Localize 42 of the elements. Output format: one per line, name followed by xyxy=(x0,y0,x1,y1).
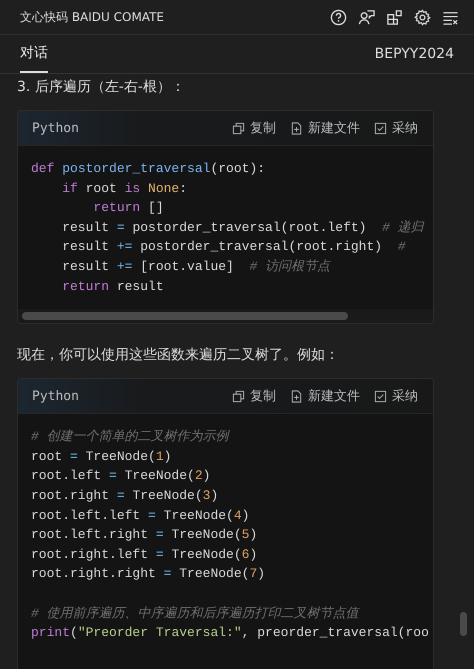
code-line: result = postorder_traversal(root.left) # 递归 xyxy=(61,218,424,237)
code-action-button[interactable]: 新建文件 xyxy=(290,387,360,406)
code-line: # 使用前序遍历、中序遍历和后序遍历打印二叉树节点值 xyxy=(31,604,359,622)
language-label: Python xyxy=(32,120,79,136)
code-line: def postorder_traversal(root): xyxy=(31,160,266,178)
message-text: 现在，你可以使用这些函数来遍历二叉树了。例如： xyxy=(17,346,340,364)
code-line: if root is None: xyxy=(61,180,188,198)
checkbox-icon xyxy=(374,390,387,403)
code-action-button[interactable]: 复制 xyxy=(232,119,276,137)
code-action-button[interactable]: 采纳 xyxy=(374,387,418,406)
code-line: result += [root.value] # 访问根节点 xyxy=(61,258,330,276)
code-line: return result xyxy=(61,278,164,296)
code-line: root.right = TreeNode(3) xyxy=(31,486,218,505)
vertical-scrollbar[interactable] xyxy=(460,612,467,636)
file-plus-icon xyxy=(290,122,303,134)
message-text: 3. 后序遍历（左-右-根）： xyxy=(17,78,186,96)
code-line: root.right.left = TreeNode(6) xyxy=(31,546,258,564)
help-icon[interactable] xyxy=(330,8,347,26)
code-line: root.left.right = TreeNode(5) xyxy=(31,526,258,544)
file-plus-icon xyxy=(290,390,303,403)
grid-add-icon[interactable] xyxy=(386,8,403,26)
checkbox-icon xyxy=(374,122,387,134)
code-line: print("Preorder Traversal:", preorder_traversal(roo xyxy=(31,624,429,642)
chat-tab[interactable]: 对话 xyxy=(20,35,48,73)
code-action-button[interactable]: 采纳 xyxy=(374,119,418,137)
code-line: root.left = TreeNode(2) xyxy=(31,467,210,486)
code-line: root.right.right = TreeNode(7) xyxy=(31,565,266,584)
panel-title: 文心快码 BAIDU COMATE xyxy=(20,8,164,26)
code-line: result += postorder_traversal(root.right) # xyxy=(61,238,406,256)
code-line: root = TreeNode(1) xyxy=(31,448,172,466)
user-name: BEPYY2024 xyxy=(374,46,454,62)
code-line: return [] xyxy=(92,199,164,218)
user-chat-icon[interactable] xyxy=(358,8,375,26)
copy-icon xyxy=(232,122,245,134)
horizontal-scrollbar[interactable] xyxy=(18,309,433,324)
settings-icon[interactable] xyxy=(414,8,431,26)
code-line: # 创建一个简单的二叉树作为示例 xyxy=(31,428,229,446)
copy-icon xyxy=(232,390,245,403)
code-action-button[interactable]: 复制 xyxy=(232,387,276,406)
code-line: root.left.left = TreeNode(4) xyxy=(31,506,250,525)
code-action-button[interactable]: 新建文件 xyxy=(290,119,360,137)
language-label: Python xyxy=(32,388,79,404)
